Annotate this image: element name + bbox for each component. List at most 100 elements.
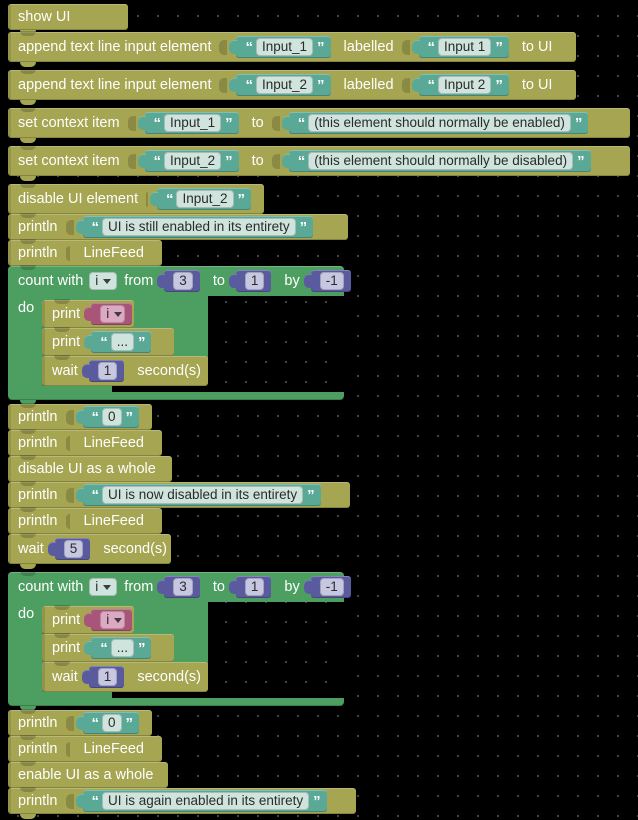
number-block-seconds[interactable]: 5	[47, 538, 91, 560]
block-println-linefeed-1[interactable]: println LineFeed	[8, 239, 162, 271]
text-field[interactable]: Input_2	[176, 190, 234, 208]
number-field[interactable]: 3	[173, 578, 193, 596]
number-field[interactable]: -1	[319, 578, 344, 596]
top-notch	[20, 761, 36, 766]
block-set-context-item-2[interactable]: set context item “ Input_2 ” to “ (this …	[8, 145, 630, 181]
left-connector	[8, 762, 11, 788]
number-block-to[interactable]: 1	[229, 270, 272, 292]
number-field[interactable]: 1	[97, 362, 118, 380]
text-field[interactable]: UI is now disabled in its entirety	[102, 486, 304, 504]
value-socket	[146, 191, 148, 207]
text-block-message[interactable]: “ UI is now disabled in its entirety ”	[75, 484, 321, 506]
quote-open-icon: “	[165, 190, 173, 208]
linefeed-field[interactable]: LineFeed	[74, 245, 154, 261]
text-field[interactable]: Input_2	[255, 76, 314, 94]
left-connector	[42, 300, 45, 328]
variable-block[interactable]: i	[84, 303, 133, 325]
block-set-context-item-1[interactable]: set context item “ Input_1 ” to “ (this …	[8, 107, 630, 143]
text-block-message[interactable]: “ UI is still enabled in its entirety ”	[75, 216, 314, 238]
number-block-from[interactable]: 3	[157, 576, 200, 598]
block-wait-5s[interactable]: wait 5 second(s)	[8, 533, 171, 569]
text-block-ellipsis[interactable]: “ ... ”	[84, 331, 152, 353]
text-block-value[interactable]: “ (this element should normally be enabl…	[281, 112, 589, 134]
linefeed-field[interactable]: LineFeed	[74, 513, 154, 529]
text-block-zero[interactable]: “ 0 ”	[75, 406, 140, 428]
block-println-now-disabled[interactable]: println “ UI is now disabled in its enti…	[8, 481, 350, 513]
block-println-again-enabled[interactable]: println “ UI is again enabled in its ent…	[8, 787, 356, 819]
number-field[interactable]: 1	[97, 668, 118, 686]
text-block-message[interactable]: “ UI is again enabled in its entirety ”	[75, 790, 327, 812]
block-show-ui[interactable]: show UI	[8, 4, 128, 35]
top-notch	[20, 709, 36, 714]
block-wait-1s-loop1[interactable]: wait 1 second(s)	[42, 355, 208, 386]
linefeed-field[interactable]: LineFeed	[74, 435, 154, 451]
variable-block[interactable]: i	[84, 609, 133, 631]
text-field[interactable]: UI is again enabled in its entirety	[102, 792, 310, 810]
block-println-still-enabled[interactable]: println “ UI is still enabled in its ent…	[8, 213, 348, 245]
linefeed-field[interactable]: LineFeed	[74, 741, 154, 757]
number-block-by[interactable]: -1	[303, 576, 351, 598]
to-label: to	[251, 115, 264, 131]
text-field[interactable]: UI is still enabled in its entirety	[102, 218, 296, 236]
number-block-from[interactable]: 3	[157, 270, 200, 292]
block-print-variable-1[interactable]: print i	[42, 299, 134, 333]
number-field[interactable]: 1	[244, 578, 265, 596]
block-print-variable-2[interactable]: print i	[42, 605, 134, 639]
text-block-key[interactable]: “ Input_2 ”	[137, 150, 239, 172]
text-block-value[interactable]: “ (this element should normally be disab…	[281, 150, 591, 172]
text-block-zero[interactable]: “ 0 ”	[75, 712, 140, 734]
text-block-name[interactable]: “ Input_2 ”	[229, 74, 331, 96]
loop-variable-dropdown[interactable]: i	[89, 272, 118, 290]
block-disable-ui-element[interactable]: disable UI element “ Input_2 ”	[8, 183, 264, 219]
block-println-linefeed-2[interactable]: println LineFeed	[8, 429, 162, 461]
number-block-seconds[interactable]: 1	[81, 666, 125, 688]
text-field[interactable]: Input_1	[164, 114, 222, 132]
quote-open-icon: “	[91, 408, 99, 426]
loop-variable-dropdown[interactable]: i	[89, 578, 118, 596]
value-socket	[65, 487, 74, 503]
block-println-linefeed-4[interactable]: println LineFeed	[8, 735, 162, 767]
block-println-linefeed-3[interactable]: println LineFeed	[8, 507, 162, 539]
block-append-input-2[interactable]: append text line input element “ Input_2…	[8, 69, 576, 105]
text-block-name[interactable]: “ Input_1 ”	[229, 36, 331, 58]
block-append-input-1[interactable]: append text line input element “ Input_1…	[8, 31, 576, 67]
number-field[interactable]: 1	[244, 272, 265, 290]
variable-dropdown[interactable]: i	[100, 611, 126, 629]
text-field[interactable]: Input 1	[438, 38, 492, 56]
number-field[interactable]: 3	[173, 272, 193, 290]
number-field[interactable]: -1	[319, 272, 344, 290]
text-block-key[interactable]: “ Input_1 ”	[137, 112, 239, 134]
block-println-zero-2[interactable]: println “ 0 ”	[8, 709, 152, 741]
variable-dropdown[interactable]: i	[100, 305, 126, 323]
blocks-workspace[interactable]: show UI append text line input element “…	[0, 0, 638, 820]
loop-header: count with i from 3 to 1 by -1	[8, 572, 356, 602]
text-block-element[interactable]: “ Input_2 ”	[149, 188, 251, 210]
quote-open-icon: “	[91, 792, 99, 810]
text-field[interactable]: 0	[102, 714, 122, 732]
number-block-seconds[interactable]: 1	[81, 360, 125, 382]
quote-close-icon: ”	[495, 76, 502, 94]
block-disable-ui-whole[interactable]: disable UI as a whole	[8, 455, 172, 487]
block-enable-ui-whole[interactable]: enable UI as a whole	[8, 761, 168, 793]
text-field[interactable]: ...	[110, 333, 134, 351]
text-block-ellipsis[interactable]: “ ... ”	[84, 637, 152, 659]
text-field[interactable]: ...	[110, 639, 134, 657]
block-print-ellipsis-1[interactable]: print “ ... ”	[42, 327, 174, 361]
block-println-zero-1[interactable]: println “ 0 ”	[8, 403, 152, 435]
text-field[interactable]: Input_2	[164, 152, 222, 170]
value-socket	[401, 39, 410, 55]
text-field[interactable]: (this element should normally be disable…	[308, 152, 574, 170]
number-field[interactable]: 5	[63, 540, 84, 558]
text-field[interactable]: Input_1	[255, 38, 314, 56]
text-block-label[interactable]: “ Input 2 ”	[411, 74, 509, 96]
text-field[interactable]: (this element should normally be enabled…	[308, 114, 571, 132]
chevron-down-icon	[114, 618, 123, 623]
quote-close-icon: ”	[317, 76, 324, 94]
text-block-label[interactable]: “ Input 1 ”	[411, 36, 509, 58]
number-block-to[interactable]: 1	[229, 576, 272, 598]
text-field[interactable]: Input 2	[438, 76, 492, 94]
block-wait-1s-loop2[interactable]: wait 1 second(s)	[42, 661, 208, 692]
block-print-ellipsis-2[interactable]: print “ ... ”	[42, 633, 174, 667]
number-block-by[interactable]: -1	[303, 270, 351, 292]
text-field[interactable]: 0	[102, 408, 122, 426]
